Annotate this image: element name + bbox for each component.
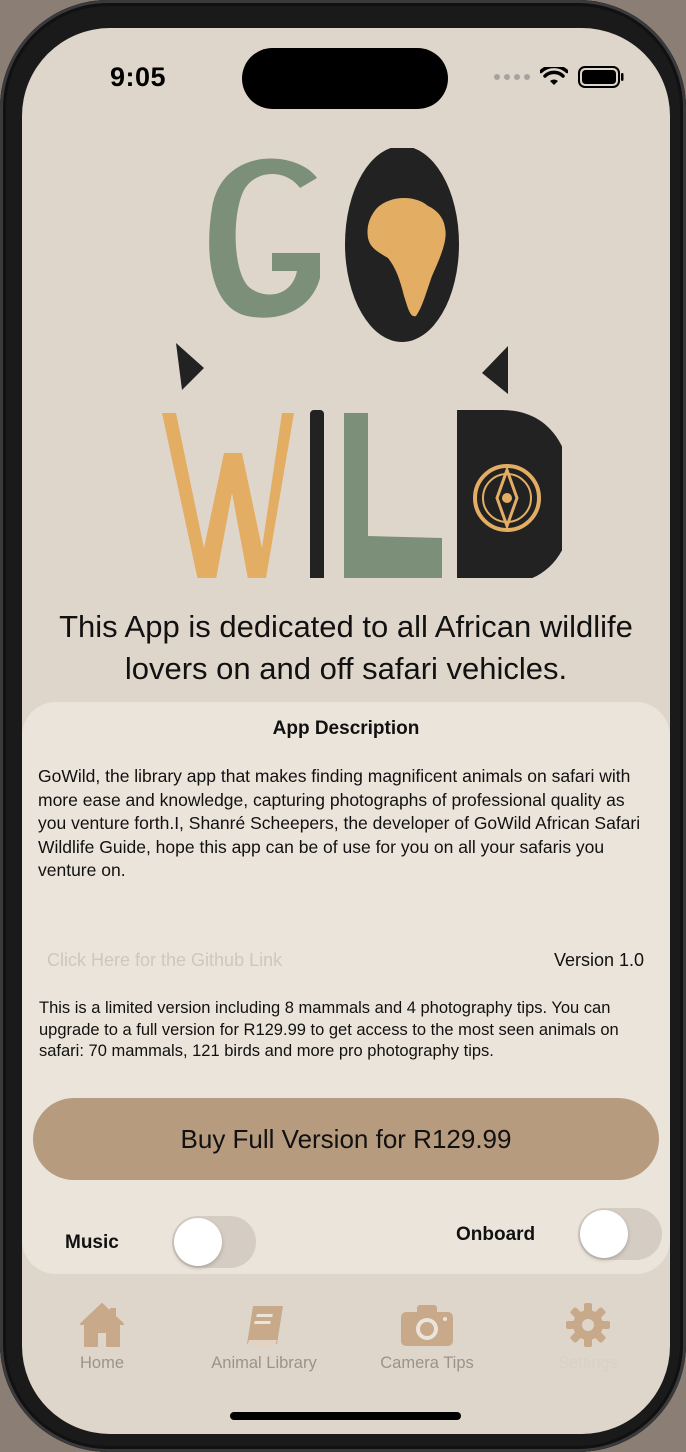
onboard-label: Onboard [456, 1224, 536, 1245]
version-label: Version 1.0 [553, 950, 644, 970]
phone-frame: 9:05 This App is dedicated to all Africa… [0, 0, 686, 1452]
tab-camera-tips[interactable]: Camera Tips [347, 1300, 507, 1373]
screen: 9:05 This App is dedicated to all Africa… [22, 28, 670, 1434]
gowild-logo [162, 148, 562, 578]
tab-home-label: Home [79, 1354, 124, 1372]
tab-settings-label: Settings [558, 1354, 618, 1372]
toggle-knob [174, 1218, 222, 1266]
tab-camera-tips-label: Camera Tips [380, 1354, 474, 1372]
toggle-knob [580, 1210, 628, 1258]
dynamic-island [242, 48, 448, 109]
buy-full-version-button[interactable]: Buy Full Version for R129.99 [33, 1098, 659, 1180]
wifi-icon [540, 67, 568, 85]
tab-animal-library-label: Animal Library [211, 1354, 317, 1372]
gear-icon [566, 1303, 610, 1347]
status-icons [494, 66, 624, 88]
tagline: This App is dedicated to all African wil… [59, 609, 633, 686]
signal-dots-icon [494, 74, 530, 80]
limited-version-text: This is a limited version including 8 ma… [39, 999, 619, 1060]
home-icon [80, 1303, 124, 1347]
tab-settings[interactable]: Settings [508, 1300, 668, 1373]
tab-bar: Home Animal Library Camera Tips Settings [22, 1290, 670, 1390]
onboard-toggle[interactable] [578, 1208, 662, 1260]
home-indicator [230, 1412, 461, 1420]
description-title: App Description [272, 718, 420, 739]
music-label: Music [65, 1232, 119, 1253]
status-time: 9:05 [110, 62, 167, 92]
music-toggle[interactable] [172, 1216, 256, 1268]
description-text: GoWild, the library app that makes findi… [38, 766, 641, 880]
tab-animal-library[interactable]: Animal Library [184, 1300, 344, 1373]
battery-icon [578, 66, 624, 88]
description-card: App Description GoWild, the library app … [22, 702, 670, 1274]
tab-home[interactable]: Home [22, 1300, 182, 1373]
camera-icon [401, 1305, 453, 1346]
github-link[interactable]: Click Here for the Github Link [47, 950, 282, 971]
book-icon [247, 1306, 283, 1346]
